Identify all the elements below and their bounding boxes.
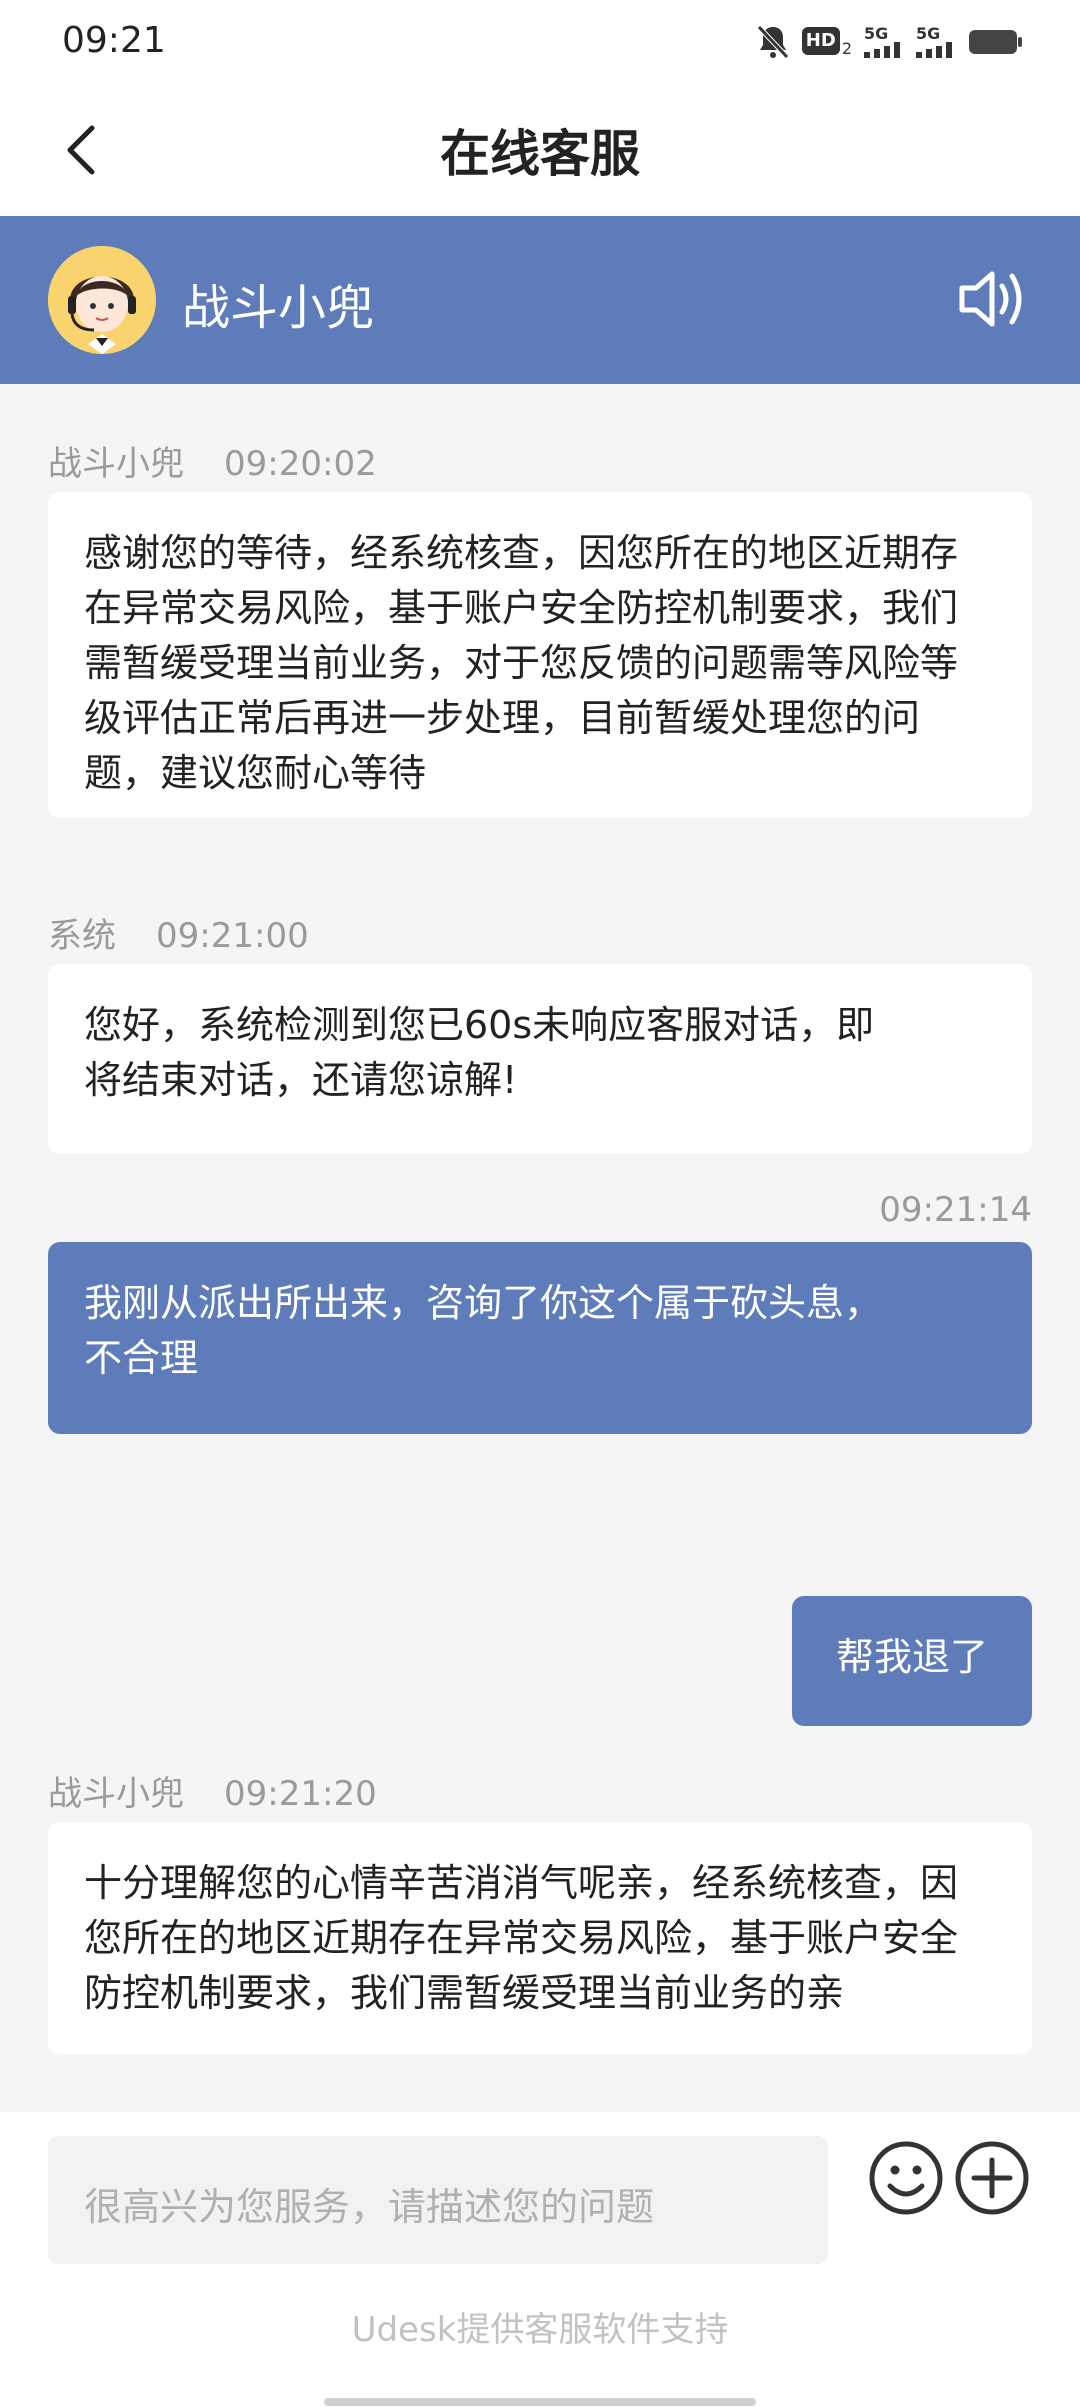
status-icons: HD 2 5G 5G [756,22,1024,62]
agent-avatar-icon [48,246,156,354]
plus-icon[interactable] [954,2140,1030,2216]
message-meta: 战斗小兜 09:20:02 [48,436,377,485]
hd-sub: 2 [841,38,852,58]
message-meta: 系统 09:21:00 [48,908,309,957]
agent-name: 战斗小兜 [182,280,375,336]
incoming-message[interactable]: 感谢您的等待，经系统核查，因您所在的地区近期存 在异常交易风险，基于账户安全防控… [48,492,1032,818]
agent-header: 战斗小兜 [0,216,1080,384]
sender-name: 系统 [48,916,116,956]
avatar [48,246,156,354]
status-bar: 09:21 HD 2 5G 5G [0,0,1080,84]
hd-label: HD [801,26,840,55]
hd-icon: HD 2 [801,26,852,58]
home-indicator[interactable] [324,2398,756,2406]
battery-icon [969,30,1022,54]
signal-5g-icon: 5G [864,26,904,58]
net-label-2: 5G [916,24,941,43]
sender-name: 战斗小兜 [48,444,184,484]
system-message[interactable]: 您好，系统检测到您已60s未响应客服对话，即 将结束对话，还请您谅解! [48,964,1032,1154]
nav-bar: 在线客服 [0,84,1080,216]
message-meta: 战斗小兜 09:21:20 [48,1766,377,1815]
status-time: 09:21 [62,20,166,61]
emoji-icon[interactable] [868,2140,944,2216]
net-label-1: 5G [864,24,889,43]
page-title: 在线客服 [440,125,640,183]
outgoing-message[interactable]: 我刚从派出所出来，咨询了你这个属于砍头息， 不合理 [48,1242,1032,1434]
speaker-icon[interactable] [958,266,1030,332]
input-bar: 很高兴为您服务，请描述您的问题 Udesk提供客服软件支持 [0,2112,1080,2408]
sender-name: 战斗小兜 [48,1774,184,1814]
bell-muted-icon [756,25,789,59]
incoming-message[interactable]: 十分理解您的心情辛苦消消气呢亲，经系统核查，因 您所在的地区近期存在异常交易风险… [48,1822,1032,2054]
signal-5g-icon: 5G [916,26,956,58]
message-time: 09:20:02 [224,444,377,484]
outgoing-message[interactable]: 帮我退了 [792,1596,1032,1726]
message-input[interactable]: 很高兴为您服务，请描述您的问题 [48,2136,828,2264]
footer-credit: Udesk提供客服软件支持 [351,2310,729,2350]
message-time: 09:21:00 [156,916,309,956]
message-time: 09:21:14 [879,1190,1032,1230]
message-time: 09:21:20 [224,1774,377,1814]
